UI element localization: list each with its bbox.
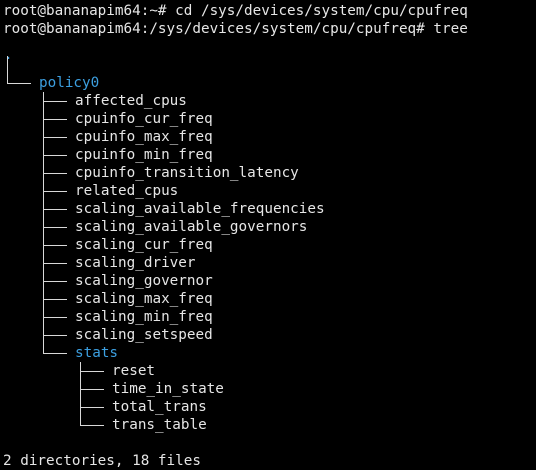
tree-dir-policy0-row: policy0 bbox=[0, 74, 536, 92]
tree-file: cpuinfo_min_freq bbox=[75, 147, 213, 163]
command-line-tree: root@bananapim64:/sys/devices/system/cpu… bbox=[3, 21, 468, 37]
tree-connector bbox=[80, 371, 104, 372]
tree-connector bbox=[43, 263, 67, 264]
tree-connector bbox=[43, 191, 67, 192]
tree-connector bbox=[43, 119, 67, 120]
tree-connector bbox=[7, 56, 8, 83]
tree-connector bbox=[43, 317, 67, 318]
command-line-cd: root@bananapim64:~# cd /sys/devices/syst… bbox=[3, 3, 468, 19]
tree-file: cpuinfo_cur_freq bbox=[75, 111, 213, 127]
tree-dir-stats: stats bbox=[75, 345, 119, 361]
tree-file: scaling_cur_freq bbox=[75, 237, 213, 253]
tree-connector bbox=[43, 92, 44, 353]
tree-connector bbox=[80, 425, 104, 426]
tree-file: scaling_setspeed bbox=[75, 327, 213, 343]
tree-file: time_in_state bbox=[112, 381, 224, 397]
tree-connector bbox=[43, 137, 67, 138]
tree-connector bbox=[80, 389, 104, 390]
tree-file-row: scaling_available_frequencies bbox=[0, 200, 536, 218]
tree-file: scaling_driver bbox=[75, 255, 196, 271]
tree-connector bbox=[43, 245, 67, 246]
tree-connector bbox=[43, 101, 67, 102]
tree-connector bbox=[43, 335, 67, 336]
tree-file: cpuinfo_max_freq bbox=[75, 129, 213, 145]
tree-file-row: scaling_available_governors bbox=[0, 218, 536, 236]
tree-connector bbox=[80, 407, 104, 408]
tree-file-row: scaling_driver bbox=[0, 254, 536, 272]
tree-connector bbox=[43, 353, 67, 354]
tree-connector bbox=[43, 209, 67, 210]
tree-output: . policy0 affected_cpus cpuinfo_cur_freqcp… bbox=[0, 47, 536, 434]
tree-file-row: cpuinfo_min_freq bbox=[0, 146, 536, 164]
tree-connector bbox=[43, 281, 67, 282]
tree-connector bbox=[43, 173, 67, 174]
tree-connector bbox=[43, 155, 67, 156]
tree-dir-stats-row: stats bbox=[0, 344, 536, 362]
tree-file: scaling_governor bbox=[75, 273, 213, 289]
tree-file: total_trans bbox=[112, 399, 207, 415]
tree-connector bbox=[43, 227, 67, 228]
tree-connector bbox=[80, 362, 81, 425]
tree-file: trans_table bbox=[112, 417, 207, 433]
tree-file-row: cpuinfo_max_freq bbox=[0, 128, 536, 146]
tree-root-row: . bbox=[0, 47, 536, 74]
tree-connector bbox=[7, 83, 31, 84]
tree-root-dot: . bbox=[4, 47, 13, 63]
tree-file-row: cpuinfo_cur_freq bbox=[0, 110, 536, 128]
tree-file-row: scaling_max_freq bbox=[0, 290, 536, 308]
tree-file: scaling_min_freq bbox=[75, 309, 213, 325]
tree-file: cpuinfo_transition_latency bbox=[75, 165, 299, 181]
tree-file-row: scaling_cur_freq bbox=[0, 236, 536, 254]
tree-file-row: related_cpus bbox=[0, 182, 536, 200]
tree-dir-policy0: policy0 bbox=[39, 75, 100, 91]
tree-file-row: scaling_min_freq bbox=[0, 308, 536, 326]
terminal-window[interactable]: root@bananapim64:~# cd /sys/devices/syst… bbox=[0, 0, 536, 469]
tree-file: scaling_available_frequencies bbox=[75, 201, 325, 217]
tree-file-row: affected_cpus bbox=[0, 92, 536, 110]
tree-file-row: scaling_governor bbox=[0, 272, 536, 290]
tree-file: reset bbox=[112, 363, 156, 379]
summary-line: 2 directories, 18 files bbox=[3, 453, 201, 469]
tree-file-row: scaling_setspeed bbox=[0, 326, 536, 344]
tree-file: scaling_max_freq bbox=[75, 291, 213, 307]
tree-file: scaling_available_governors bbox=[75, 219, 308, 235]
tree-file-row: cpuinfo_transition_latency bbox=[0, 164, 536, 182]
tree-connector bbox=[43, 299, 67, 300]
tree-file: affected_cpus bbox=[75, 93, 187, 109]
tree-file: related_cpus bbox=[75, 183, 179, 199]
